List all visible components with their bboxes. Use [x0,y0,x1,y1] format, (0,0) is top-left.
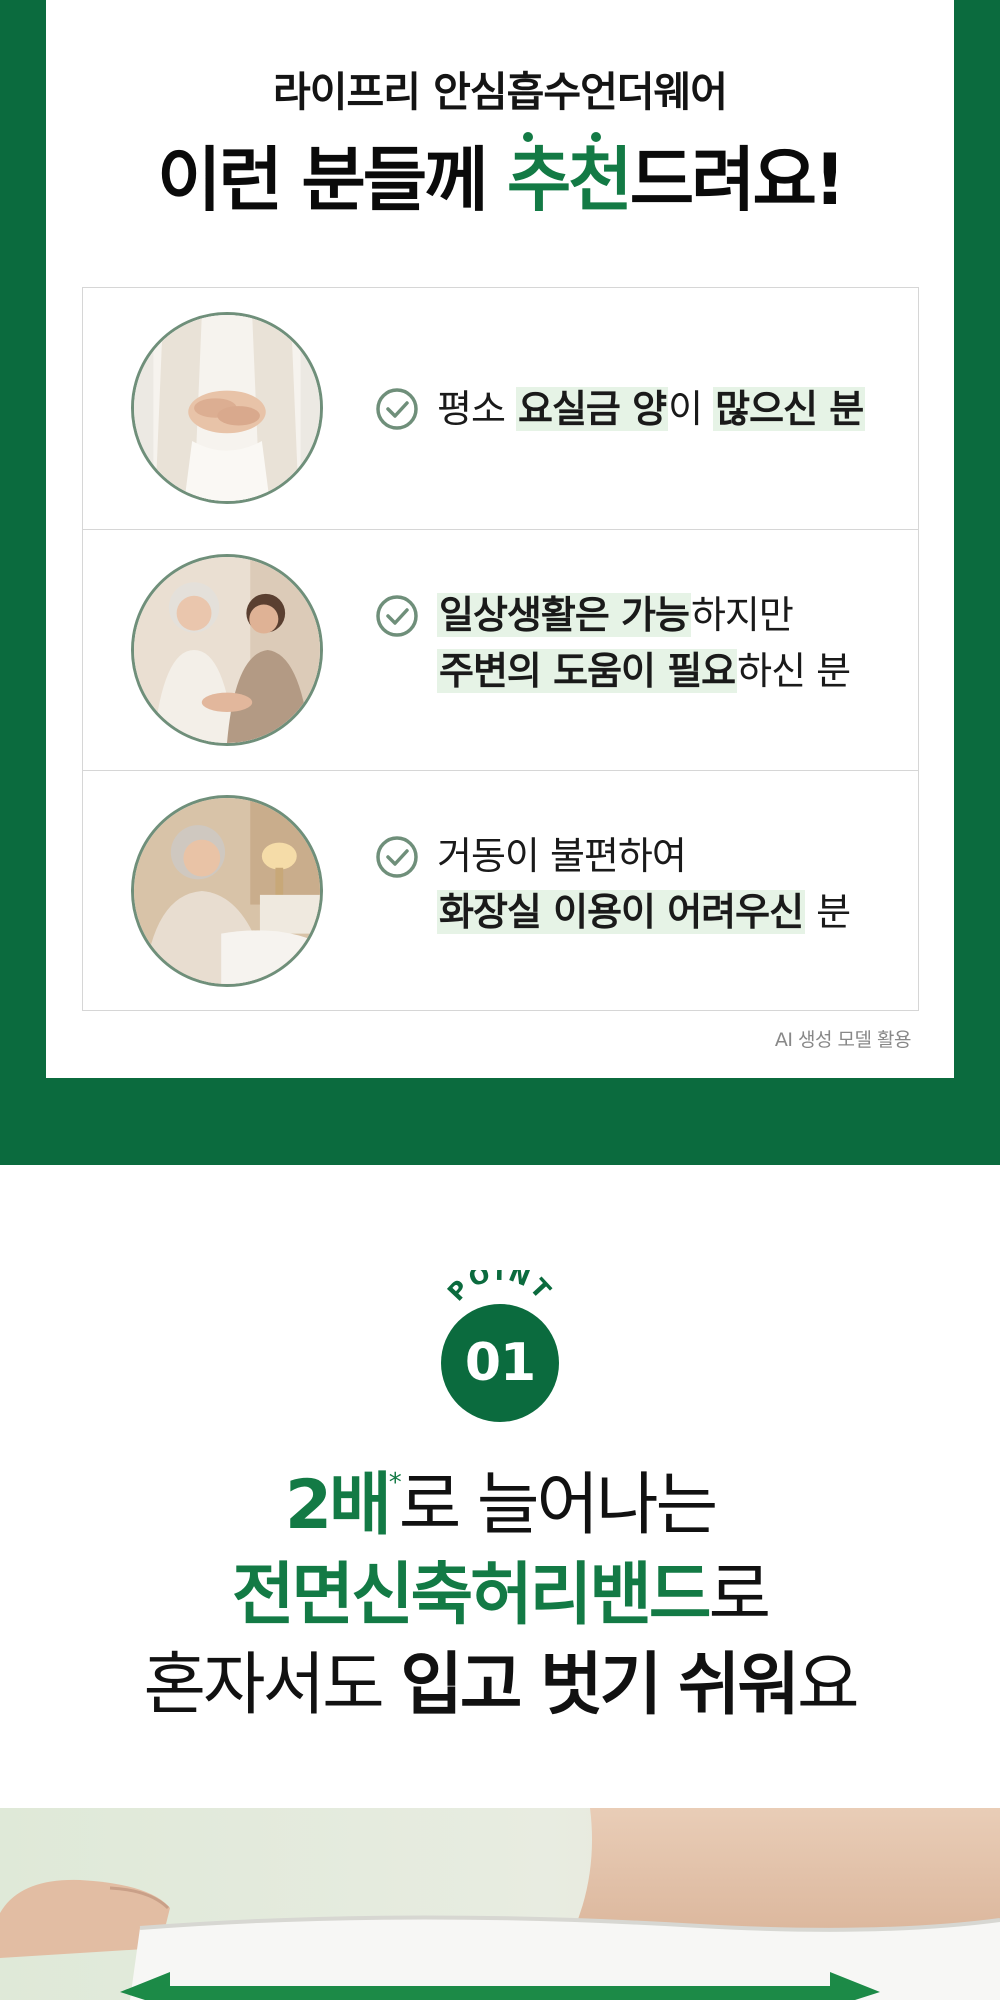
recommendation-section: 라이프리 안심흡수언더웨어 이런 분들께 추천드려요! 평소 요실금 양이 많으… [0,0,1000,1165]
ai-model-caption: AI 생성 모델 활용 [774,1029,912,1051]
title-accent-text: 추천 [506,139,633,221]
recommendation-panel: 라이프리 안심흡수언더웨어 이런 분들께 추천드려요! 평소 요실금 양이 많으… [46,0,954,1078]
item-text: 거동이 불편하여 화장실 이용이 어려우신 분 [437,828,851,940]
recommendation-list: 평소 요실금 양이 많으신 분 일상생활은 가능하지만 주변의 도움이 필요하신… [82,287,919,1011]
headline-text: 혼자서도 [143,1646,401,1725]
text-plain: 하지만 [690,593,794,637]
headline-bold: 입고 벗기 [400,1646,662,1725]
item-line: 화장실 이용이 어려우신 분 [437,884,851,940]
item-text: 일상생활은 가능하지만 주변의 도움이 필요하신 분 [437,587,851,699]
senior-and-caregiver-photo [131,554,323,746]
list-item: 평소 요실금 양이 많으신 분 [83,288,918,529]
headline-accent: 2배 [284,1466,392,1545]
point-headline-line: 2배*로 늘어나는 [0,1463,1000,1549]
text-plain: 이 [668,387,714,431]
headline-text [659,1646,678,1725]
point-headline-line: 전면신축허리밴드로 [0,1553,1000,1639]
check-circle-icon [374,593,420,639]
woman-hands-on-abdomen-photo [131,312,323,504]
text-highlight: 화장실 이용이 어려우신 [437,890,806,934]
item-line: 거동이 불편하여 [437,828,850,884]
senior-in-bed-photo [131,795,323,987]
text-plain: 분 [805,890,851,934]
headline-text: 요 [796,1646,860,1725]
item-text: 평소 요실금 양이 많으신 분 [437,381,866,437]
text-plain: 하신 분 [737,649,851,693]
list-item: 일상생활은 가능하지만 주변의 도움이 필요하신 분 [83,529,918,770]
text-highlight: 일상생활은 가능 [437,593,691,637]
item-line: 주변의 도움이 필요하신 분 [437,643,851,699]
svg-text:POINT: POINT [442,1270,558,1307]
product-name: 라이프리 안심흡수언더웨어 [273,68,728,116]
waistband-stretch-photo [0,1808,1000,2000]
title-accent: 추천 [506,130,633,230]
headline-bold: 쉬워 [677,1646,800,1725]
item-line: 일상생활은 가능하지만 [437,587,850,643]
title-suffix: 드려요! [629,139,846,221]
check-circle-icon [374,834,420,880]
text-highlight: 요실금 양 [516,387,669,431]
headline-text: 로 [708,1556,771,1635]
point-number: 01 [441,1304,559,1422]
footnote-mark: * [388,1468,402,1498]
accent-dot [590,132,601,142]
list-item: 거동이 불편하여 화장실 이용이 어려우신 분 [83,770,918,1011]
recommendation-title: 이런 분들께 추천드려요! [46,130,954,230]
point-headline-line: 혼자서도 입고 벗기 쉬워요 [0,1643,1000,1729]
check-circle-icon [374,386,420,432]
title-prefix: 이런 분들께 [157,139,507,221]
text-highlight: 많으신 분 [713,387,866,431]
accent-dot [522,132,533,142]
headline-accent: 전면신축허리밴드 [231,1556,711,1635]
point-label: POINT [442,1258,555,1307]
text-plain: 평소 [437,387,516,431]
headline-text: 로 늘어나는 [398,1466,718,1545]
text-highlight: 주변의 도움이 필요 [437,649,738,693]
text-plain: 거동이 불편하여 [437,834,687,878]
